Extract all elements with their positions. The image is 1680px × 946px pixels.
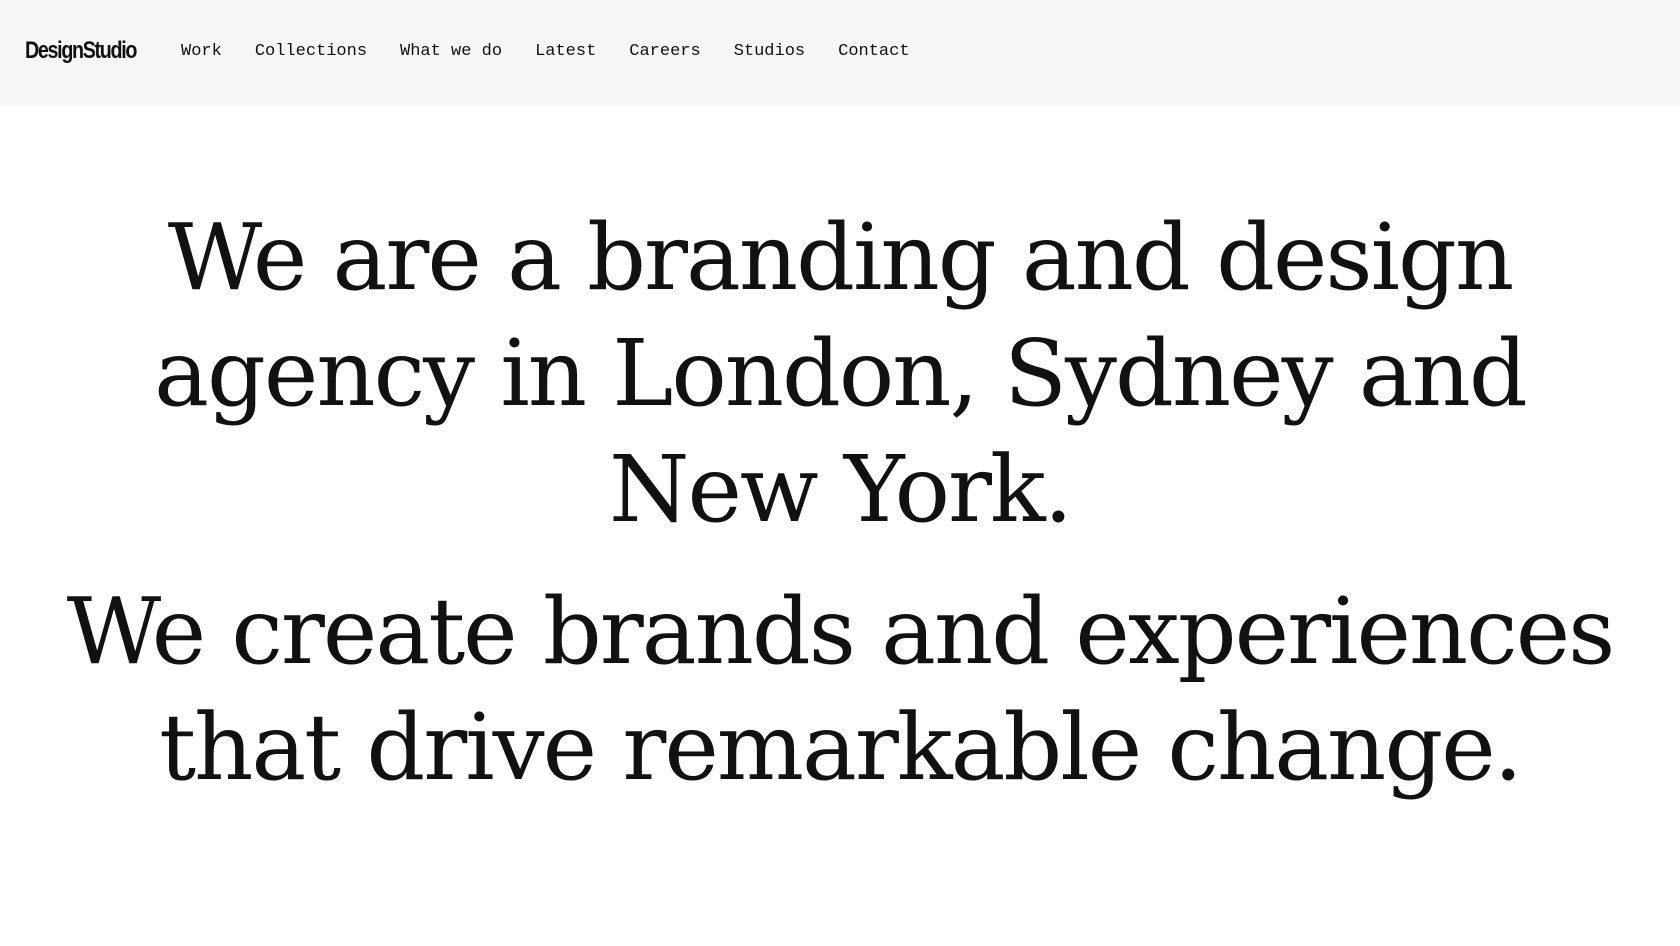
nav-item-what-we-do[interactable]: What we do bbox=[400, 40, 502, 64]
nav-item-latest[interactable]: Latest bbox=[535, 40, 596, 64]
main-nav: Work Collections What we do Latest Caree… bbox=[181, 40, 943, 64]
nav-item-careers[interactable]: Careers bbox=[629, 40, 700, 64]
nav-item-studios[interactable]: Studios bbox=[734, 40, 805, 64]
hero-statement-mission: We create brands and experiences that dr… bbox=[66, 578, 1616, 801]
nav-item-collections[interactable]: Collections bbox=[255, 40, 367, 64]
site-header: DesignStudio Work Collections What we do… bbox=[0, 0, 1680, 105]
hero-section: We are a branding and design agency in L… bbox=[0, 200, 1680, 806]
logo[interactable]: DesignStudio bbox=[25, 31, 137, 71]
nav-item-work[interactable]: Work bbox=[181, 40, 222, 64]
hero-statement-intro: We are a branding and design agency in L… bbox=[154, 204, 1528, 543]
nav-item-contact[interactable]: Contact bbox=[838, 40, 909, 64]
